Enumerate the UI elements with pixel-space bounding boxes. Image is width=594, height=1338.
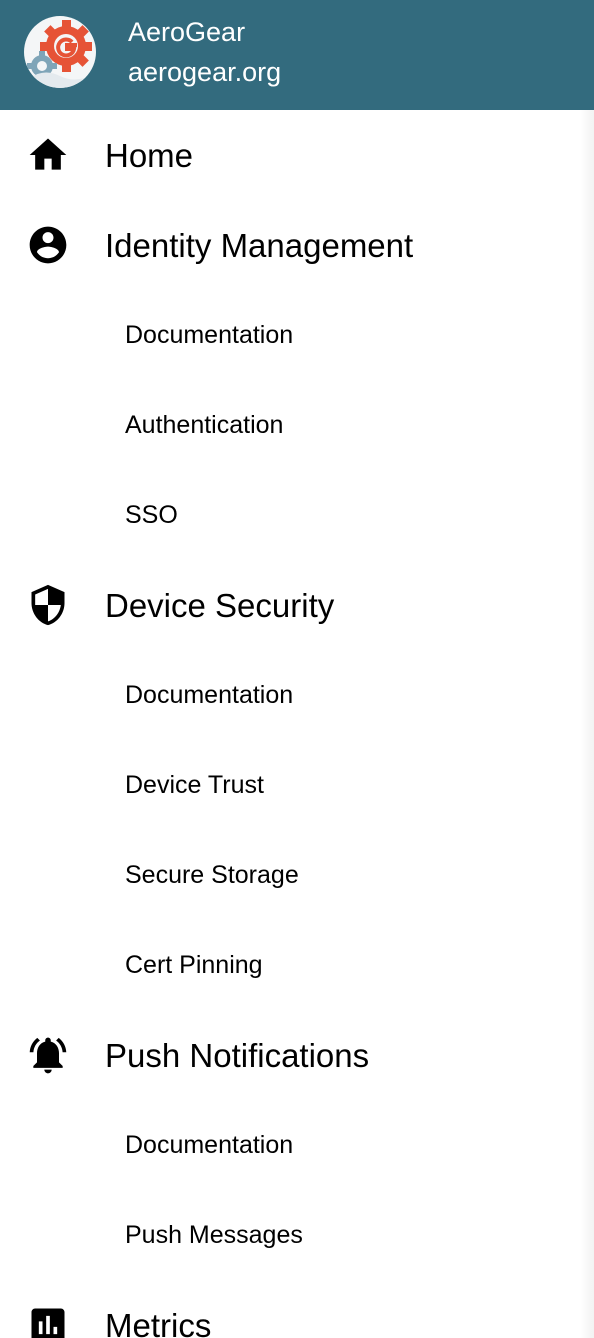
- nav-subitem-label: Device Trust: [125, 771, 264, 799]
- nav-subitem-label: SSO: [125, 501, 178, 529]
- nav-item-home[interactable]: Home: [0, 110, 594, 200]
- nav-subitem-security-documentation[interactable]: Documentation: [0, 650, 594, 740]
- nav-item-label: Push Notifications: [105, 1037, 370, 1074]
- bar-chart-icon: [26, 1303, 70, 1338]
- shield-icon: [26, 583, 70, 627]
- nav-item-label: Home: [105, 137, 194, 174]
- nav-subitem-authentication[interactable]: Authentication: [0, 380, 594, 470]
- nav-item-label: Device Security: [105, 587, 335, 624]
- nav-subitem-label: Documentation: [125, 321, 294, 349]
- nav-item-device-security[interactable]: Device Security: [0, 560, 594, 650]
- nav-item-label: Identity Management: [105, 227, 414, 264]
- nav-subitem-label: Secure Storage: [125, 861, 299, 889]
- drawer-header: AeroGear aerogear.org: [0, 0, 594, 110]
- nav-subitem-label: Documentation: [125, 1131, 294, 1159]
- nav-subitem-device-trust[interactable]: Device Trust: [0, 740, 594, 830]
- app-domain: aerogear.org: [128, 57, 282, 87]
- nav-item-metrics[interactable]: Metrics: [0, 1280, 594, 1338]
- nav-subitem-label: Push Messages: [125, 1221, 303, 1249]
- nav-item-push-notifications[interactable]: Push Notifications: [0, 1010, 594, 1100]
- nav-subitem-cert-pinning[interactable]: Cert Pinning: [0, 920, 594, 1010]
- notification-bell-icon: [26, 1033, 70, 1077]
- nav-subitem-label: Cert Pinning: [125, 951, 263, 979]
- app-name: AeroGear: [128, 17, 246, 47]
- nav-subitem-sso[interactable]: SSO: [0, 470, 594, 560]
- nav-subitem-identity-documentation[interactable]: Documentation: [0, 290, 594, 380]
- nav-subitem-label: Authentication: [125, 411, 284, 439]
- nav-subitem-secure-storage[interactable]: Secure Storage: [0, 830, 594, 920]
- nav-subitem-label: Documentation: [125, 681, 294, 709]
- home-icon: [26, 133, 70, 177]
- account-circle-icon: [26, 223, 70, 267]
- nav-item-identity-management[interactable]: Identity Management: [0, 200, 594, 290]
- nav-subitem-push-messages[interactable]: Push Messages: [0, 1190, 594, 1280]
- nav-item-label: Metrics: [105, 1307, 212, 1338]
- nav-subitem-push-documentation[interactable]: Documentation: [0, 1100, 594, 1190]
- aerogear-logo-icon: [24, 16, 96, 88]
